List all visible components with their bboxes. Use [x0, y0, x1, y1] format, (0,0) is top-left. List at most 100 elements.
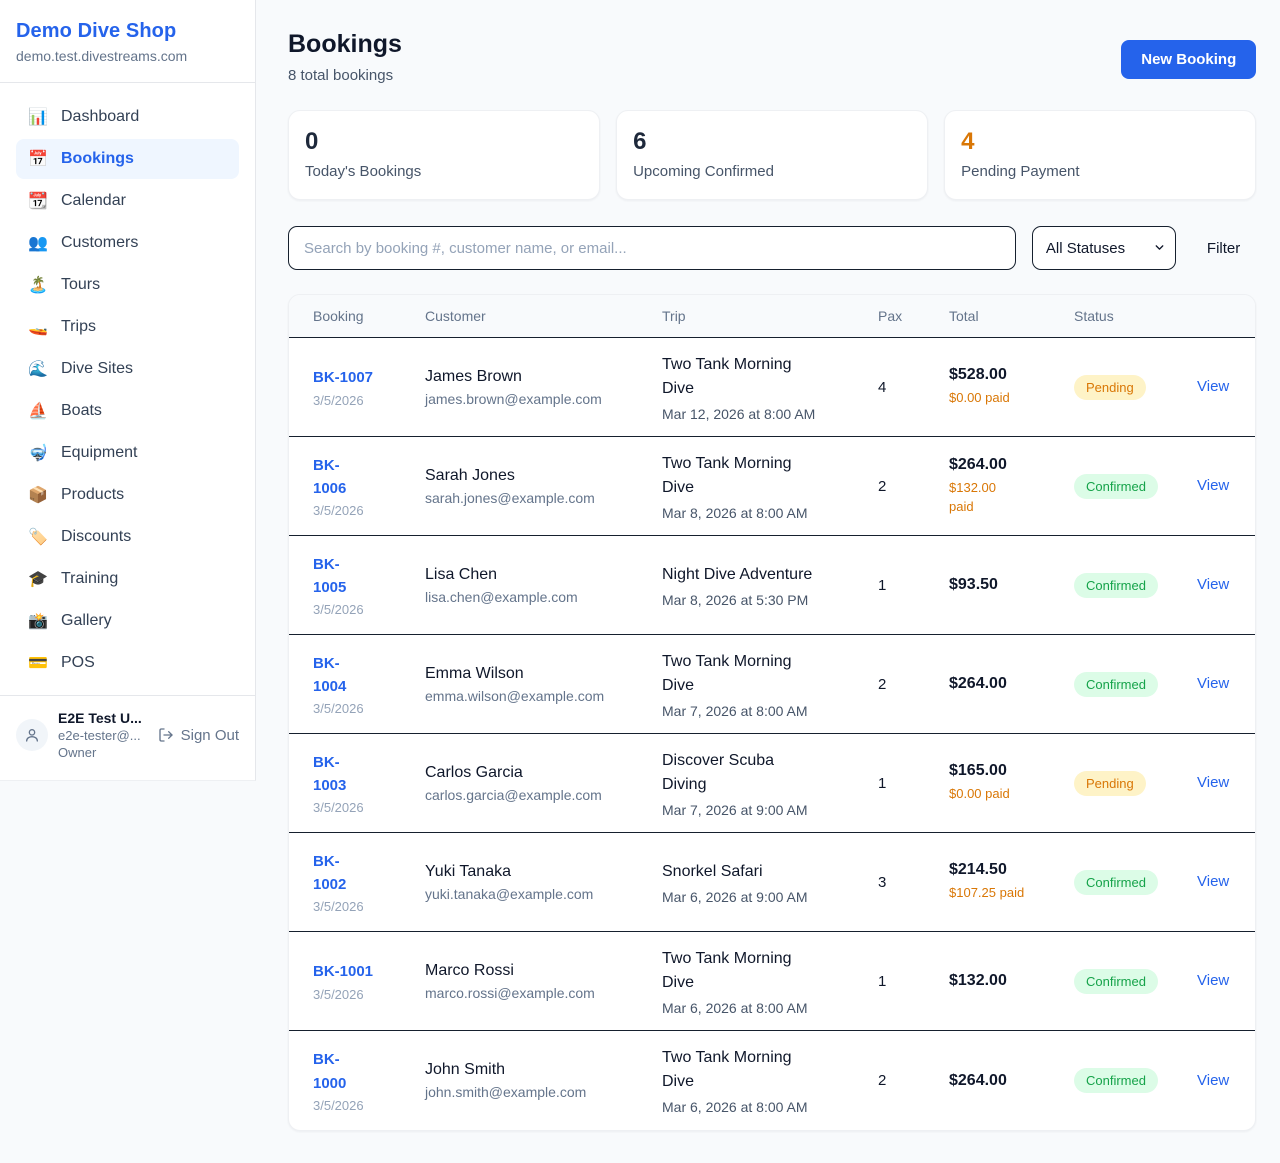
search-input[interactable]	[288, 226, 1016, 270]
pax-count: 1	[878, 973, 949, 990]
trips-speedboat-icon: 🚤	[28, 317, 48, 337]
trip-cell: Two Tank Morning Dive Mar 8, 2026 at 8:0…	[662, 452, 878, 521]
sidebar-item-bookings[interactable]: 📅 Bookings	[16, 139, 239, 179]
customer-email: john.smith@example.com	[425, 1084, 648, 1100]
stat-value: 6	[633, 128, 911, 156]
actions-cell: View	[1197, 774, 1243, 792]
stat-label: Pending Payment	[961, 163, 1239, 180]
sidebar-item-products[interactable]: 📦 Products	[16, 475, 239, 515]
booking-date: 3/5/2026	[313, 602, 411, 617]
booking-cell: BK-1007 3/5/2026	[313, 366, 425, 407]
total-amount: $165.00	[949, 762, 1060, 780]
view-link[interactable]: View	[1197, 1072, 1229, 1089]
brand-name: Demo Dive Shop	[16, 20, 239, 43]
sidebar-item-label: Tours	[61, 276, 100, 294]
trip-cell: Snorkel Safari Mar 6, 2026 at 9:00 AM	[662, 860, 878, 905]
boats-sailboat-icon: ⛵	[28, 401, 48, 421]
table-row: BK-1007 3/5/2026 James Brown james.brown…	[289, 338, 1255, 437]
view-link[interactable]: View	[1197, 774, 1229, 791]
actions-cell: View	[1197, 378, 1243, 396]
filter-button[interactable]: Filter	[1207, 240, 1240, 257]
sidebar-item-label: Bookings	[61, 150, 134, 168]
sidebar-item-training[interactable]: 🎓 Training	[16, 559, 239, 599]
booking-id-link[interactable]: BK- 1005	[313, 556, 346, 596]
customer-name: John Smith	[425, 1061, 648, 1079]
sidebar-item-equipment[interactable]: 🤿 Equipment	[16, 433, 239, 473]
customer-name: Carlos Garcia	[425, 764, 648, 782]
table-row: BK- 1002 3/5/2026 Yuki Tanaka yuki.tanak…	[289, 833, 1255, 932]
stat-label: Upcoming Confirmed	[633, 163, 911, 180]
total-cell: $264.00 $132.00 paid	[949, 456, 1074, 517]
booking-date: 3/5/2026	[313, 503, 411, 518]
status-cell: Confirmed	[1074, 474, 1197, 499]
trip-name: Discover Scuba Diving	[662, 749, 864, 797]
sidebar-item-pos[interactable]: 💳 POS	[16, 643, 239, 683]
user-box: E2E Test U... e2e-tester@... Owner Sign …	[0, 695, 255, 780]
actions-cell: View	[1197, 477, 1243, 495]
sidebar-item-discounts[interactable]: 🏷️ Discounts	[16, 517, 239, 557]
booking-id-link[interactable]: BK-1001	[313, 963, 373, 980]
sidebar-item-label: Products	[61, 486, 124, 504]
col-header-status: Status	[1074, 308, 1197, 324]
view-link[interactable]: View	[1197, 576, 1229, 593]
view-link[interactable]: View	[1197, 675, 1229, 692]
trip-cell: Two Tank Morning Dive Mar 7, 2026 at 8:0…	[662, 650, 878, 719]
customer-cell: Sarah Jones sarah.jones@example.com	[425, 467, 662, 506]
status-cell: Pending	[1074, 375, 1197, 400]
sidebar-item-boats[interactable]: ⛵ Boats	[16, 391, 239, 431]
sidebar-item-customers[interactable]: 👥 Customers	[16, 223, 239, 263]
sidebar-item-tours[interactable]: 🏝️ Tours	[16, 265, 239, 305]
booking-id-link[interactable]: BK- 1006	[313, 457, 346, 497]
sidebar-item-dive-sites[interactable]: 🌊 Dive Sites	[16, 349, 239, 389]
sidebar-item-label: Equipment	[61, 444, 138, 462]
total-amount: $264.00	[949, 1072, 1060, 1090]
sign-out-button[interactable]: Sign Out	[158, 727, 239, 744]
view-link[interactable]: View	[1197, 477, 1229, 494]
gallery-camera-icon: 📸	[28, 611, 48, 631]
bookings-calendar-icon: 📅	[28, 149, 48, 169]
sidebar-item-label: Dashboard	[61, 108, 139, 126]
booking-id-link[interactable]: BK- 1002	[313, 853, 346, 893]
paid-amount: $132.00 paid	[949, 478, 1060, 517]
view-link[interactable]: View	[1197, 972, 1229, 989]
booking-date: 3/5/2026	[313, 393, 411, 408]
status-filter-select[interactable]: All Statuses	[1032, 226, 1176, 270]
view-link[interactable]: View	[1197, 378, 1229, 395]
actions-cell: View	[1197, 1072, 1243, 1090]
page-subtitle: 8 total bookings	[288, 67, 402, 84]
booking-id-link[interactable]: BK-1007	[313, 369, 373, 386]
status-badge: Confirmed	[1074, 1068, 1158, 1093]
customer-cell: John Smith john.smith@example.com	[425, 1061, 662, 1100]
view-link[interactable]: View	[1197, 873, 1229, 890]
customer-cell: Marco Rossi marco.rossi@example.com	[425, 962, 662, 1001]
booking-cell: BK- 1002 3/5/2026	[313, 850, 425, 915]
user-email: e2e-tester@...	[58, 728, 148, 743]
paid-amount: $0.00 paid	[949, 388, 1060, 408]
booking-id-link[interactable]: BK- 1003	[313, 754, 346, 794]
status-badge: Confirmed	[1074, 969, 1158, 994]
pax-count: 2	[878, 676, 949, 693]
total-amount: $132.00	[949, 972, 1060, 990]
sidebar-item-label: POS	[61, 654, 95, 672]
calendar-icon: 📆	[28, 191, 48, 211]
sidebar-item-calendar[interactable]: 📆 Calendar	[16, 181, 239, 221]
filter-bar: All Statuses Filter	[288, 226, 1256, 270]
trip-cell: Discover Scuba Diving Mar 7, 2026 at 9:0…	[662, 749, 878, 818]
booking-cell: BK- 1006 3/5/2026	[313, 454, 425, 519]
sidebar-item-gallery[interactable]: 📸 Gallery	[16, 601, 239, 641]
sidebar-item-dashboard[interactable]: 📊 Dashboard	[16, 97, 239, 137]
dashboard-chart-icon: 📊	[28, 107, 48, 127]
booking-id-link[interactable]: BK- 1004	[313, 655, 346, 695]
trip-name: Night Dive Adventure	[662, 563, 864, 587]
new-booking-button[interactable]: New Booking	[1121, 40, 1256, 79]
customer-cell: Yuki Tanaka yuki.tanaka@example.com	[425, 863, 662, 902]
booking-cell: BK-1001 3/5/2026	[313, 960, 425, 1001]
sidebar-item-trips[interactable]: 🚤 Trips	[16, 307, 239, 347]
products-package-icon: 📦	[28, 485, 48, 505]
booking-id-link[interactable]: BK- 1000	[313, 1051, 346, 1091]
total-amount: $214.50	[949, 861, 1060, 879]
avatar	[16, 719, 48, 751]
total-cell: $214.50 $107.25 paid	[949, 861, 1074, 903]
trip-name: Two Tank Morning Dive	[662, 353, 864, 401]
total-amount: $528.00	[949, 366, 1060, 384]
